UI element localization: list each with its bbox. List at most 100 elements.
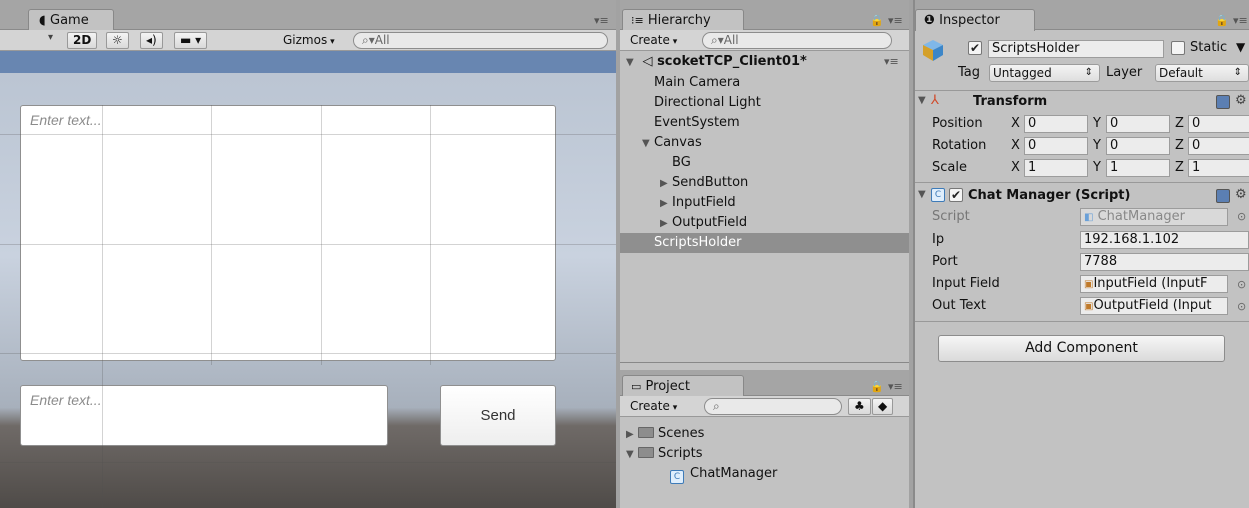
- expand-arrow-icon[interactable]: ▶: [660, 174, 672, 194]
- tab-project[interactable]: ▭ Project: [622, 375, 744, 397]
- game-tab-icon: ◖: [39, 13, 46, 28]
- filter-type-icon[interactable]: ♣: [848, 398, 871, 415]
- csharp-script-icon: C: [931, 188, 945, 202]
- transform-header[interactable]: ▼ ⅄ Transform ⚙: [913, 92, 1249, 112]
- project-item[interactable]: C ChatManager: [620, 464, 909, 484]
- static-dropdown-icon[interactable]: ▼: [1236, 40, 1245, 54]
- expand-arrow-icon[interactable]: ▼: [626, 445, 638, 465]
- lock-icon[interactable]: 🔒: [1215, 14, 1229, 27]
- panel-menu-icon[interactable]: ▾≡: [888, 380, 903, 393]
- out-text-reference[interactable]: ▣OutputField (Input: [1080, 297, 1228, 315]
- game-view-header-strip: [0, 51, 616, 73]
- send-button[interactable]: Send: [440, 385, 556, 446]
- hierarchy-search-input[interactable]: ⌕▾All: [702, 32, 892, 49]
- component-enabled-checkbox[interactable]: ✔: [949, 188, 963, 202]
- csharp-script-icon: C: [670, 470, 684, 484]
- expand-arrow-icon[interactable]: ▶: [660, 194, 672, 214]
- object-name-field[interactable]: ScriptsHolder: [988, 40, 1164, 58]
- aspect-dropdown-arrow-icon[interactable]: ▾: [48, 32, 53, 43]
- project-search-input[interactable]: ⌕: [704, 398, 842, 415]
- project-item-label: Scenes: [658, 426, 705, 441]
- scene-root-row[interactable]: ▼ ◁ scoketTCP_Client01* ▾≡: [620, 52, 909, 72]
- expand-arrow-icon: ▼: [626, 57, 634, 68]
- transform-y-input[interactable]: 1: [1106, 159, 1170, 177]
- tab-inspector[interactable]: ❶ Inspector: [915, 9, 1035, 31]
- expand-arrow-icon[interactable]: ▶: [626, 425, 638, 445]
- output-text-area[interactable]: Enter text...: [20, 105, 556, 361]
- game-view[interactable]: Enter text... Enter text... Send: [0, 51, 616, 508]
- transform-z-input[interactable]: 1: [1188, 159, 1249, 177]
- static-label: Static: [1190, 40, 1228, 55]
- object-picker-icon[interactable]: ⊙: [1237, 300, 1246, 313]
- transform-x-input[interactable]: 1: [1024, 159, 1088, 177]
- transform-z-input[interactable]: 0: [1188, 137, 1249, 155]
- grid-line: [102, 105, 103, 508]
- game-search-input[interactable]: ⌕▾All: [353, 32, 608, 49]
- expand-arrow-icon[interactable]: ▼: [642, 134, 654, 154]
- hierarchy-item[interactable]: ▼ Canvas: [620, 133, 909, 153]
- panel-menu-icon[interactable]: ▾≡: [1233, 14, 1248, 27]
- hierarchy-item[interactable]: Directional Light: [620, 93, 909, 113]
- expand-arrow-icon: ▼: [918, 95, 926, 106]
- static-checkbox[interactable]: [1171, 41, 1185, 55]
- lock-icon[interactable]: 🔒: [870, 380, 884, 393]
- hierarchy-item[interactable]: BG: [620, 153, 909, 173]
- hierarchy-item[interactable]: ▶ InputField: [620, 193, 909, 213]
- panel-menu-icon[interactable]: ▾≡: [888, 14, 903, 27]
- transform-x-input[interactable]: 0: [1024, 115, 1088, 133]
- gear-icon[interactable]: ⚙: [1235, 93, 1247, 108]
- lock-icon[interactable]: 🔒: [870, 14, 884, 27]
- folder-icon: [638, 427, 654, 438]
- out-text-label: Out Text: [932, 298, 986, 313]
- game-panel: ◖ Game ▾≡ ▾ 2D ☼ ◂) ▬ ▾ Gizmos ▾ ⌕▾All E…: [0, 0, 616, 508]
- tab-hierarchy[interactable]: ⁝≡ Hierarchy: [622, 9, 744, 31]
- tag-dropdown[interactable]: Untagged ⇕: [989, 64, 1100, 82]
- port-input[interactable]: 7788: [1080, 253, 1249, 271]
- project-item-label: Scripts: [658, 446, 703, 461]
- port-label: Port: [932, 254, 958, 269]
- tab-game[interactable]: ◖ Game: [28, 9, 114, 31]
- grid-line: [430, 105, 431, 365]
- audio-toggle-icon[interactable]: ◂): [140, 32, 163, 49]
- csharp-script-icon: ◧: [1084, 212, 1094, 223]
- project-create-dropdown[interactable]: Create ▾: [630, 398, 677, 417]
- inspector-tabbar: ❶ Inspector 🔒 ▾≡: [913, 0, 1249, 31]
- effects-dropdown-icon[interactable]: ▬ ▾: [174, 32, 208, 49]
- help-icon[interactable]: [1216, 95, 1230, 109]
- scene-menu-icon[interactable]: ▾≡: [884, 52, 899, 72]
- object-picker-icon[interactable]: ⊙: [1237, 278, 1246, 291]
- hierarchy-item[interactable]: EventSystem: [620, 113, 909, 133]
- hierarchy-create-dropdown[interactable]: Create ▾: [630, 32, 677, 51]
- hierarchy-item[interactable]: ▶ OutputField: [620, 213, 909, 233]
- panel-menu-icon[interactable]: ▾≡: [594, 14, 609, 27]
- help-icon[interactable]: [1216, 189, 1230, 203]
- transform-x-input[interactable]: 0: [1024, 137, 1088, 155]
- grid-line: [0, 134, 616, 135]
- object-picker-icon[interactable]: ⊙: [1237, 210, 1246, 223]
- hierarchy-item[interactable]: ScriptsHolder: [620, 233, 909, 253]
- hierarchy-item[interactable]: ▶ SendButton: [620, 173, 909, 193]
- chat-manager-header[interactable]: ▼ C ✔ Chat Manager (Script) ⚙: [913, 186, 1249, 206]
- chat-input-field[interactable]: Enter text...: [20, 385, 388, 446]
- gear-icon[interactable]: ⚙: [1235, 187, 1247, 202]
- gameobject-cube-icon: [921, 38, 945, 62]
- folder-icon: [638, 447, 654, 458]
- project-item[interactable]: ▶ Scenes: [620, 424, 909, 444]
- expand-arrow-icon[interactable]: ▶: [660, 214, 672, 234]
- transform-y-input[interactable]: 0: [1106, 137, 1170, 155]
- layer-dropdown[interactable]: Default ⇕: [1155, 64, 1249, 82]
- ip-input[interactable]: 192.168.1.102: [1080, 231, 1249, 249]
- toggle-2d-button[interactable]: 2D: [67, 32, 98, 49]
- gizmos-dropdown[interactable]: Gizmos ▾: [283, 32, 335, 51]
- search-icon: ⌕▾: [362, 33, 375, 47]
- lighting-toggle-icon[interactable]: ☼: [106, 32, 129, 49]
- input-field-reference[interactable]: ▣InputField (InputF: [1080, 275, 1228, 293]
- transform-z-input[interactable]: 0: [1188, 115, 1249, 133]
- project-item[interactable]: ▼ Scripts: [620, 444, 909, 464]
- add-component-button[interactable]: Add Component: [938, 335, 1225, 362]
- active-checkbox[interactable]: ✔: [968, 41, 982, 55]
- filter-label-icon[interactable]: ◆: [872, 398, 894, 415]
- transform-y-input[interactable]: 0: [1106, 115, 1170, 133]
- grid-line: [211, 105, 212, 365]
- hierarchy-item[interactable]: Main Camera: [620, 73, 909, 93]
